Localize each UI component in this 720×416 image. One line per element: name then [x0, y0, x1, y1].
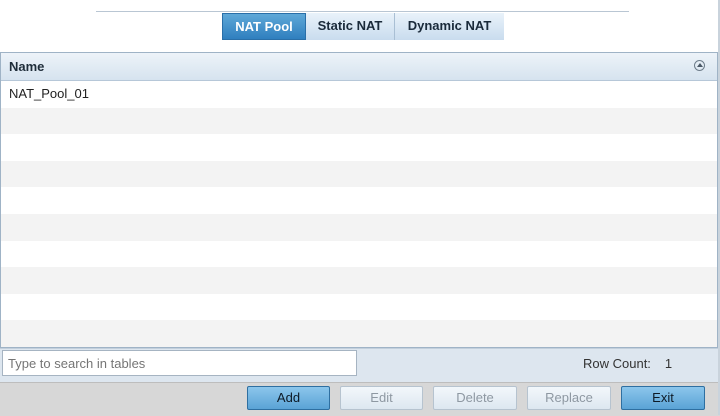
delete-button[interactable]: Delete [433, 386, 517, 410]
tab-divider-line [96, 11, 629, 12]
sort-ascending-icon[interactable] [694, 60, 705, 71]
tab-bar: NAT Pool Static NAT Dynamic NAT [222, 13, 504, 40]
table-row [1, 187, 717, 214]
table-row [1, 241, 717, 268]
table-row [1, 213, 717, 241]
edit-button[interactable]: Edit [340, 386, 423, 410]
row-count: Row Count: 1 [583, 356, 672, 371]
table-body: NAT_Pool_01 [1, 81, 717, 347]
table-row [1, 134, 717, 161]
exit-button[interactable]: Exit [621, 386, 705, 410]
tab-static-nat[interactable]: Static NAT [306, 13, 395, 40]
add-button[interactable]: Add [247, 386, 330, 410]
table-row [1, 294, 717, 321]
tab-dynamic-nat[interactable]: Dynamic NAT [395, 13, 504, 40]
nat-pool-table: Name NAT_Pool_01 [0, 52, 718, 348]
table-row [1, 267, 717, 294]
table-row [1, 107, 717, 135]
table-header: Name [1, 53, 717, 81]
row-count-value: 1 [664, 356, 673, 371]
search-input[interactable] [2, 350, 357, 376]
column-header-name[interactable]: Name [9, 59, 44, 74]
replace-button[interactable]: Replace [527, 386, 611, 410]
table-row[interactable]: NAT_Pool_01 [1, 81, 717, 108]
table-row [1, 320, 717, 347]
table-row [1, 160, 717, 188]
row-count-label: Row Count: [583, 356, 651, 371]
tab-nat-pool[interactable]: NAT Pool [222, 13, 306, 40]
